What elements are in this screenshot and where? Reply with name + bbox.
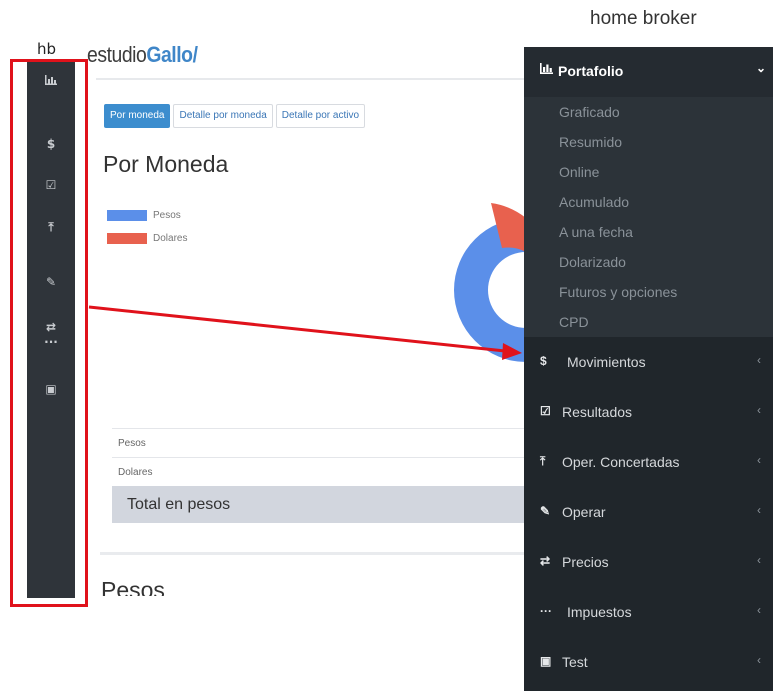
chevron-left-icon: ‹ [757,603,761,617]
chevron-down-icon: ⌄ [756,61,767,75]
legend-label-pesos: Pesos [153,210,181,221]
chevron-left-icon: ‹ [757,403,761,417]
table-row-dolares: Dolares [112,457,526,486]
submenu-item-resumido[interactable]: Resumido [559,134,622,150]
section-divider [100,552,526,555]
submenu-item-acumulado[interactable]: Acumulado [559,194,629,210]
table-row-total: Total en pesos [112,486,526,523]
menu-caption: home broker [590,8,697,29]
exchange-icon: ⇄ [540,554,551,568]
menu-item-portafolio[interactable]: Portafolio ⌄ [524,47,773,97]
submenu-item-graficado[interactable]: Graficado [559,104,620,120]
submenu-item-a-una-fecha[interactable]: A una fecha [559,224,633,240]
legend-swatch-pesos [107,210,147,221]
section-title: Pesos [101,577,165,596]
chevron-left-icon: ‹ [757,653,761,667]
tab-por-moneda[interactable]: Por moneda [104,104,171,128]
menu-item-label: Impuestos [567,604,632,620]
app-short-label: hb [37,40,57,58]
tab-detalle-por-moneda[interactable]: Detalle por moneda [173,104,273,128]
tab-detalle-por-activo[interactable]: Detalle por activo [275,104,366,128]
menu-item-impuestos[interactable]: ··· Impuestos ‹ [524,588,773,638]
brand-logo: estudioGallo/ [87,42,198,67]
submenu-item-cpd[interactable]: CPD [559,314,589,330]
submenu-item-futuros-y-opciones[interactable]: Futuros y opciones [559,284,677,300]
chevron-left-icon: ‹ [757,503,761,517]
menu-item-label: Portafolio [558,63,624,79]
header-divider [96,78,526,80]
menu-item-test[interactable]: ▣ Test ‹ [524,638,773,688]
upload-icon: ⤒ [540,454,546,468]
menu-item-movimientos[interactable]: $ Movimientos ‹ [524,338,773,388]
currency-donut-chart [454,203,526,362]
ellipsis-icon: ··· [540,604,552,618]
menu-item-label: Resultados [562,404,633,420]
menu-item-oper-concertadas[interactable]: ⤒ Oper. Concertadas ‹ [524,438,773,488]
page-title: Por Moneda [103,151,229,177]
menu-item-label: Oper. Concertadas [562,454,680,470]
chevron-left-icon: ‹ [757,553,761,567]
menu-item-label: Movimientos [567,354,646,370]
submenu-item-dolarizado[interactable]: Dolarizado [559,254,626,270]
menu-item-resultados[interactable]: ☑ Resultados ‹ [524,388,773,438]
expanded-sidebar-menu: Portafolio ⌄ Graficado Resumido Online A… [524,47,773,691]
portafolio-submenu: Graficado Resumido Online Acumulado A un… [524,97,773,337]
bar-chart-icon [540,63,553,77]
dollar-icon: $ [540,354,547,368]
edit-icon: ✎ [540,504,551,518]
menu-item-label: Test [562,654,588,670]
menu-item-label: Operar [562,504,606,520]
highlight-box [10,59,88,607]
menu-item-label: Precios [562,554,609,570]
chevron-left-icon: ‹ [757,353,761,367]
submenu-item-online[interactable]: Online [559,164,599,180]
table-row-pesos: Pesos [112,428,526,457]
chevron-left-icon: ‹ [757,453,761,467]
id-card-icon: ▣ [540,654,552,668]
view-tabs: Por moneda Detalle por moneda Detalle po… [104,104,366,128]
legend-label-dolares: Dolares [153,233,188,244]
check-square-icon: ☑ [540,404,551,418]
menu-item-precios[interactable]: ⇄ Precios ‹ [524,538,773,588]
legend-swatch-dolares [107,233,147,244]
menu-item-operar[interactable]: ✎ Operar ‹ [524,488,773,538]
